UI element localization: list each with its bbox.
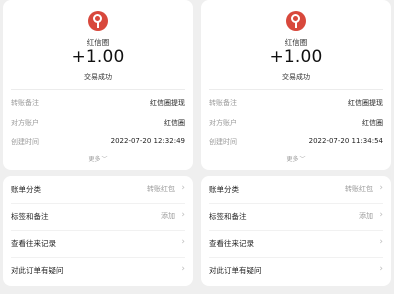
transaction-amount: +1.00 bbox=[71, 47, 125, 67]
divider bbox=[209, 89, 383, 90]
detail-row-remark: 转账备注 红信圈提现 bbox=[209, 98, 383, 110]
detail-row-created-time: 创建时间 2022-07-20 11:34:54 bbox=[209, 137, 383, 149]
more-button[interactable]: 更多﹀ bbox=[3, 154, 193, 163]
location-pin-icon bbox=[88, 11, 108, 31]
order-question-item[interactable]: 对此订单有疑问 › bbox=[11, 264, 185, 279]
item-value: 添加 bbox=[161, 212, 175, 220]
detail-value: 红信圈提现 bbox=[348, 99, 383, 107]
divider bbox=[11, 257, 185, 258]
detail-key: 对方账户 bbox=[11, 119, 39, 127]
actions-card: 账单分类 转账红包 › 标签和备注 添加 › 查看往来记录 › 对此订单有疑问 … bbox=[3, 176, 193, 286]
item-value: 添加 bbox=[359, 212, 373, 220]
item-label: 标签和备注 bbox=[11, 212, 49, 221]
detail-value: 红信圈 bbox=[164, 119, 185, 127]
bill-category-item[interactable]: 账单分类 转账红包 › bbox=[11, 183, 185, 198]
chevron-right-icon: › bbox=[181, 264, 185, 274]
divider bbox=[11, 230, 185, 231]
transaction-amount: +1.00 bbox=[269, 47, 323, 67]
transaction-summary-card: 红信圈 +1.00 交易成功 转账备注 红信圈提现 对方账户 红信圈 创建时间 … bbox=[3, 0, 193, 170]
detail-key: 转账备注 bbox=[11, 99, 39, 107]
chevron-right-icon: › bbox=[181, 210, 185, 220]
transaction-status: 交易成功 bbox=[84, 73, 112, 81]
detail-value: 2022-07-20 11:34:54 bbox=[308, 137, 383, 145]
detail-value: 2022-07-20 12:32:49 bbox=[110, 137, 185, 145]
chevron-right-icon: › bbox=[181, 183, 185, 193]
tags-notes-item[interactable]: 标签和备注 添加 › bbox=[209, 210, 383, 225]
transaction-summary-card: 红信圈 +1.00 交易成功 转账备注 红信圈提现 对方账户 红信圈 创建时间 … bbox=[201, 0, 391, 170]
bill-category-item[interactable]: 账单分类 转账红包 › bbox=[209, 183, 383, 198]
detail-key: 创建时间 bbox=[11, 138, 39, 146]
item-value: 转账红包 bbox=[147, 185, 175, 193]
detail-value: 红信圈 bbox=[362, 119, 383, 127]
detail-value: 红信圈提现 bbox=[150, 99, 185, 107]
item-value: 转账红包 bbox=[345, 185, 373, 193]
item-label: 标签和备注 bbox=[209, 212, 247, 221]
detail-row-counterparty: 对方账户 红信圈 bbox=[11, 118, 185, 130]
location-pin-icon bbox=[286, 11, 306, 31]
view-history-item[interactable]: 查看往来记录 › bbox=[209, 237, 383, 252]
more-label: 更多 bbox=[286, 156, 299, 163]
view-history-item[interactable]: 查看往来记录 › bbox=[11, 237, 185, 252]
detail-key: 转账备注 bbox=[209, 99, 237, 107]
divider bbox=[11, 89, 185, 90]
divider bbox=[209, 230, 383, 231]
transaction-status: 交易成功 bbox=[282, 73, 310, 81]
tags-notes-item[interactable]: 标签和备注 添加 › bbox=[11, 210, 185, 225]
item-label: 对此订单有疑问 bbox=[209, 266, 262, 275]
order-question-item[interactable]: 对此订单有疑问 › bbox=[209, 264, 383, 279]
item-label: 账单分类 bbox=[209, 185, 239, 194]
item-label: 对此订单有疑问 bbox=[11, 266, 64, 275]
chevron-right-icon: › bbox=[379, 264, 383, 274]
chevron-right-icon: › bbox=[181, 237, 185, 247]
receipt-panel-1: 红信圈 +1.00 交易成功 转账备注 红信圈提现 对方账户 红信圈 创建时间 … bbox=[3, 0, 193, 294]
item-label: 查看往来记录 bbox=[11, 239, 56, 248]
divider bbox=[209, 257, 383, 258]
receipt-panel-2: 红信圈 +1.00 交易成功 转账备注 红信圈提现 对方账户 红信圈 创建时间 … bbox=[201, 0, 391, 294]
chevron-right-icon: › bbox=[379, 210, 383, 220]
divider bbox=[209, 203, 383, 204]
item-label: 查看往来记录 bbox=[209, 239, 254, 248]
chevron-down-icon: ﹀ bbox=[299, 156, 306, 163]
chevron-down-icon: ﹀ bbox=[101, 156, 108, 163]
more-label: 更多 bbox=[88, 156, 101, 163]
detail-row-remark: 转账备注 红信圈提现 bbox=[11, 98, 185, 110]
detail-row-counterparty: 对方账户 红信圈 bbox=[209, 118, 383, 130]
item-label: 账单分类 bbox=[11, 185, 41, 194]
chevron-right-icon: › bbox=[379, 237, 383, 247]
chevron-right-icon: › bbox=[379, 183, 383, 193]
detail-key: 创建时间 bbox=[209, 138, 237, 146]
detail-key: 对方账户 bbox=[209, 119, 237, 127]
actions-card: 账单分类 转账红包 › 标签和备注 添加 › 查看往来记录 › 对此订单有疑问 … bbox=[201, 176, 391, 286]
divider bbox=[11, 203, 185, 204]
detail-row-created-time: 创建时间 2022-07-20 12:32:49 bbox=[11, 137, 185, 149]
more-button[interactable]: 更多﹀ bbox=[201, 154, 391, 163]
